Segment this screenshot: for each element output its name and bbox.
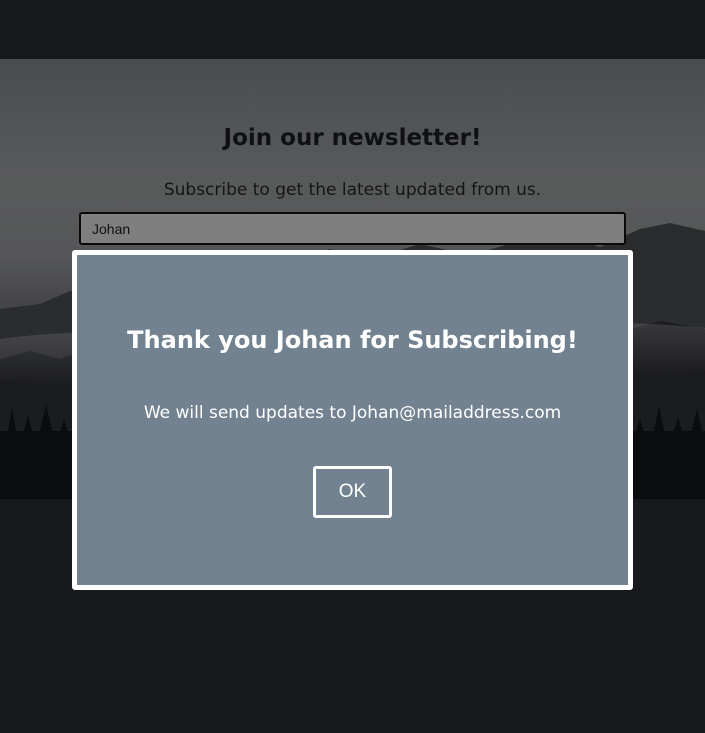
modal-message: We will send updates to Johan@mailaddres…: [143, 403, 562, 423]
newsletter-title: Join our newsletter!: [223, 125, 482, 151]
ok-button[interactable]: OK: [313, 466, 392, 518]
newsletter-subtitle: Subscribe to get the latest updated from…: [163, 180, 542, 200]
name-input[interactable]: [79, 212, 626, 245]
modal-title: Thank you Johan for Subscribing!: [127, 326, 578, 354]
subscription-confirmation-modal: Thank you Johan for Subscribing! We will…: [72, 250, 633, 590]
